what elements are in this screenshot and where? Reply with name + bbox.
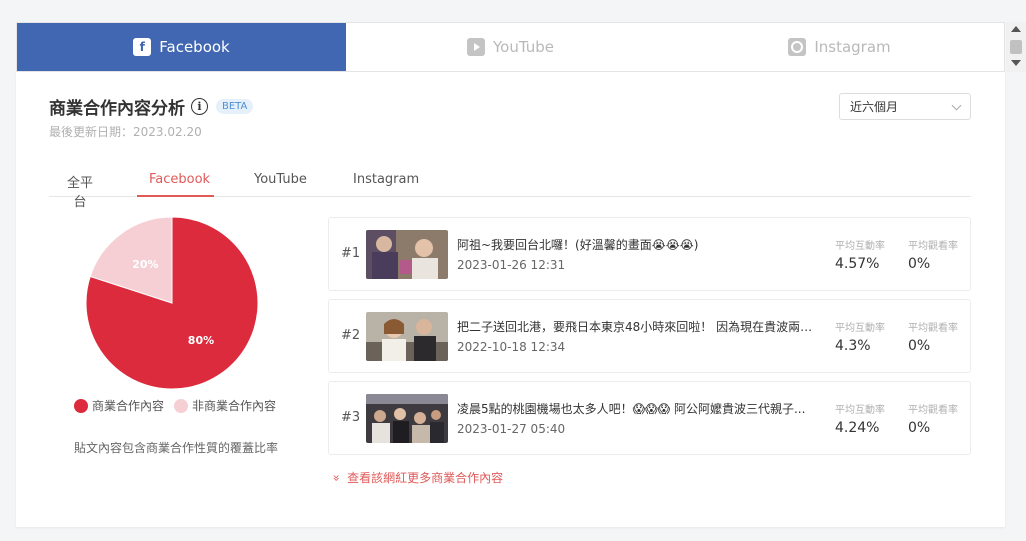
post-title[interactable]: 把二子送回北港，要飛日本東京48小時來回啦！ 因為現在貴波兩隻...: [457, 318, 817, 335]
view-label: 平均觀看率: [908, 405, 958, 416]
pie-chart: 80% 20%: [85, 216, 259, 390]
engagement-value: 4.3%: [835, 338, 871, 354]
post-date: 2023-01-26 12:31: [457, 258, 566, 272]
subtab-youtube[interactable]: YouTube: [242, 172, 314, 197]
tab-youtube[interactable]: YouTube: [346, 23, 675, 71]
subtab-instagram[interactable]: Instagram: [341, 172, 421, 197]
post-item[interactable]: #3 凌晨5點的桃園機場也太多人吧！😱😱😱 阿公阿嬤貴波三代親子... 2023…: [328, 381, 971, 455]
facebook-icon: f: [133, 38, 152, 56]
subtab-facebook[interactable]: Facebook: [137, 172, 214, 197]
post-rank: #2: [341, 328, 361, 343]
engagement-value: 4.57%: [835, 256, 880, 272]
page-title: 商業合作內容分析: [49, 99, 185, 119]
view-value: 0%: [908, 338, 931, 354]
more-collab-link[interactable]: » 查看該網紅更多商業合作內容: [329, 469, 504, 486]
legend-label-non-commercial: 非商業合作內容: [192, 399, 277, 413]
engagement-label: 平均互動率: [835, 405, 885, 416]
title-row: 商業合作內容分析 i BETA: [49, 94, 254, 119]
tab-instagram[interactable]: Instagram: [675, 23, 1004, 71]
subtab-all[interactable]: 全平台: [49, 172, 111, 210]
legend-item-non-commercial[interactable]: 非商業合作內容: [174, 397, 276, 414]
tab-facebook[interactable]: f Facebook: [17, 23, 346, 71]
post-thumbnail[interactable]: [366, 394, 448, 443]
platform-tabs: f Facebook YouTube Instagram: [16, 22, 1005, 72]
scrollbar[interactable]: [1006, 22, 1026, 72]
post-rank: #1: [341, 246, 361, 261]
post-item[interactable]: #1 阿祖~我要回台北囉！(好溫馨的畫面😭😭😭) 2023-01-26 12:3…: [328, 217, 971, 291]
pie-legend: 商業合作內容 非商業合作內容: [74, 397, 282, 414]
period-select-value: 近六個月: [850, 100, 899, 114]
legend-dot-non-commercial: [174, 398, 189, 413]
sub-tabs: 全平台 Facebook YouTube Instagram: [49, 167, 971, 210]
engagement-value: 4.24%: [835, 420, 880, 436]
post-date: 2023-01-27 05:40: [457, 422, 566, 436]
engagement-label: 平均互動率: [835, 241, 885, 252]
pie-caption: 貼文內容包含商業合作性質的覆蓋比率: [74, 441, 279, 455]
period-select[interactable]: 近六個月: [839, 93, 971, 120]
view-value: 0%: [908, 420, 931, 436]
tab-instagram-label: Instagram: [814, 38, 891, 56]
scroll-thumb[interactable]: [1010, 40, 1022, 54]
pie-chart-svg: [85, 216, 259, 390]
scroll-down-arrow-icon[interactable]: [1011, 60, 1021, 66]
post-thumbnail[interactable]: [366, 312, 448, 361]
post-item[interactable]: #2 把二子送回北港，要飛日本東京48小時來回啦！ 因為現在貴波兩隻... 20…: [328, 299, 971, 373]
more-collab-link-label: 查看該網紅更多商業合作內容: [347, 471, 504, 485]
pie-label-non-commercial: 20%: [132, 257, 159, 271]
beta-badge: BETA: [216, 99, 254, 114]
tab-facebook-label: Facebook: [159, 38, 230, 56]
scroll-up-arrow-icon[interactable]: [1011, 26, 1021, 32]
post-rank: #3: [341, 410, 361, 425]
pie-label-commercial: 80%: [187, 334, 215, 348]
view-label: 平均觀看率: [908, 241, 958, 252]
post-thumbnail[interactable]: [366, 230, 448, 279]
tab-youtube-label: YouTube: [493, 38, 554, 56]
legend-item-commercial[interactable]: 商業合作內容: [74, 397, 164, 414]
instagram-icon: [788, 38, 807, 56]
last-updated: 最後更新日期：2023.02.20: [49, 125, 202, 139]
post-title[interactable]: 阿祖~我要回台北囉！(好溫馨的畫面😭😭😭): [457, 236, 817, 253]
legend-dot-commercial: [74, 398, 88, 413]
view-value: 0%: [908, 256, 931, 272]
youtube-icon: [467, 38, 485, 56]
double-chevron-down-icon: »: [329, 474, 344, 482]
analysis-card: 商業合作內容分析 i BETA 最後更新日期：2023.02.20 近六個月 全…: [16, 72, 1005, 527]
post-title[interactable]: 凌晨5點的桃園機場也太多人吧！😱😱😱 阿公阿嬤貴波三代親子...: [457, 400, 817, 417]
engagement-label: 平均互動率: [835, 323, 885, 334]
view-label: 平均觀看率: [908, 323, 958, 334]
post-date: 2022-10-18 12:34: [457, 340, 566, 354]
chevron-down-icon: [951, 100, 962, 111]
legend-label-commercial: 商業合作內容: [92, 399, 165, 413]
info-icon[interactable]: i: [191, 98, 208, 115]
